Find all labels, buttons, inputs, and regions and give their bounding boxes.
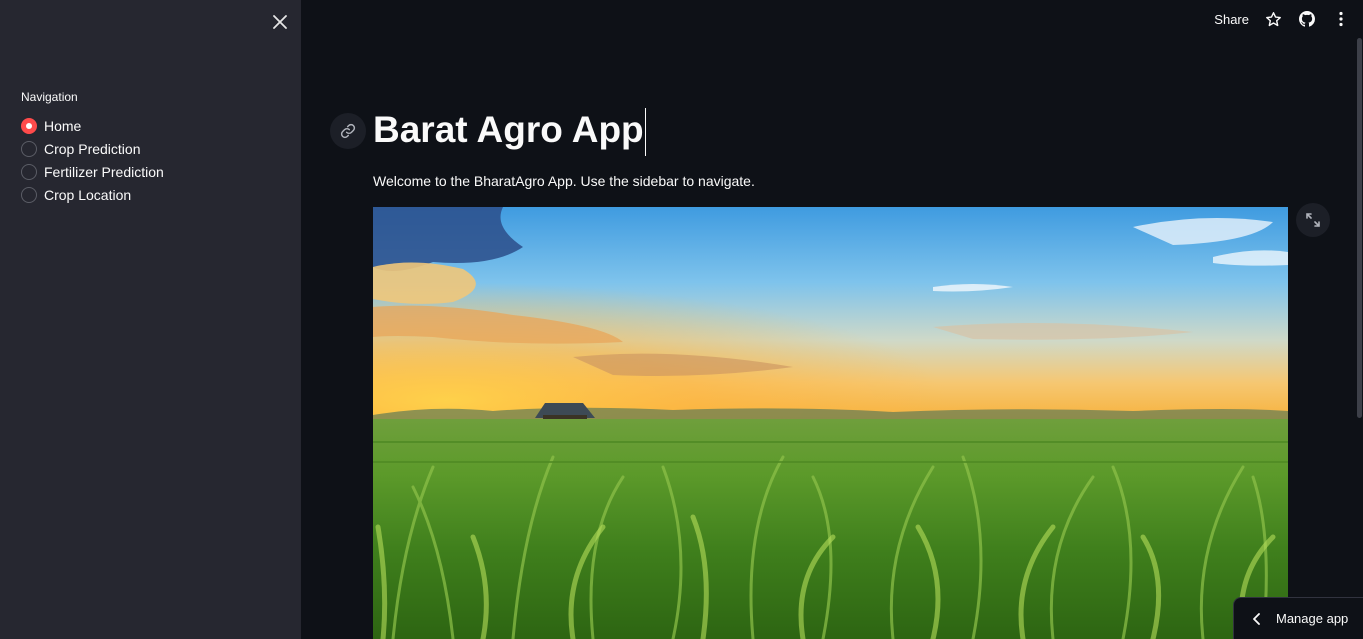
more-vert-icon: [1339, 11, 1343, 27]
manage-app-label: Manage app: [1276, 611, 1349, 626]
star-button[interactable]: [1263, 8, 1283, 30]
nav-option-crop-location[interactable]: Crop Location: [21, 183, 164, 206]
close-icon: [273, 15, 287, 29]
cornfield-sunset-image: [373, 207, 1288, 639]
title-anchor-link[interactable]: [330, 113, 366, 149]
sidebar: Navigation Home Crop Prediction Fertiliz…: [0, 0, 301, 639]
fullscreen-icon: [1306, 213, 1320, 227]
page-title-text: Barat Agro App: [373, 108, 644, 150]
star-icon: [1265, 11, 1281, 26]
nav-option-label: Crop Prediction: [44, 140, 141, 157]
radio-selected-icon: [21, 117, 37, 134]
chevron-left-icon: [1253, 612, 1260, 625]
radio-unselected-icon: [21, 163, 37, 180]
manage-app-button[interactable]: Manage app: [1233, 597, 1363, 639]
radio-unselected-icon: [21, 140, 37, 157]
page-title: Barat Agro App: [373, 108, 646, 156]
navigation-radio-group: Home Crop Prediction Fertilizer Predicti…: [21, 114, 164, 206]
fullscreen-button[interactable]: [1296, 203, 1330, 237]
hero-image: [373, 207, 1288, 639]
text-caret: [644, 108, 646, 156]
nav-option-home[interactable]: Home: [21, 114, 164, 137]
welcome-text: Welcome to the BharatAgro App. Use the s…: [373, 173, 755, 189]
radio-unselected-icon: [21, 186, 37, 203]
navigation-label: Navigation: [21, 90, 78, 104]
nav-option-label: Home: [44, 117, 82, 134]
nav-option-crop-prediction[interactable]: Crop Prediction: [21, 137, 164, 160]
nav-option-label: Crop Location: [44, 186, 132, 203]
top-toolbar: Share: [1214, 8, 1351, 30]
link-icon: [340, 123, 356, 139]
main-menu-button[interactable]: [1331, 8, 1351, 30]
github-icon: [1299, 11, 1315, 27]
vertical-scrollbar[interactable]: [1357, 38, 1362, 418]
main-content: Share Barat Agro App Welcome to the Bhar…: [301, 0, 1363, 639]
share-button[interactable]: Share: [1214, 12, 1249, 27]
nav-option-fertilizer-prediction[interactable]: Fertilizer Prediction: [21, 160, 164, 183]
close-sidebar-button[interactable]: [268, 10, 292, 34]
github-button[interactable]: [1297, 8, 1317, 30]
nav-option-label: Fertilizer Prediction: [44, 163, 164, 180]
